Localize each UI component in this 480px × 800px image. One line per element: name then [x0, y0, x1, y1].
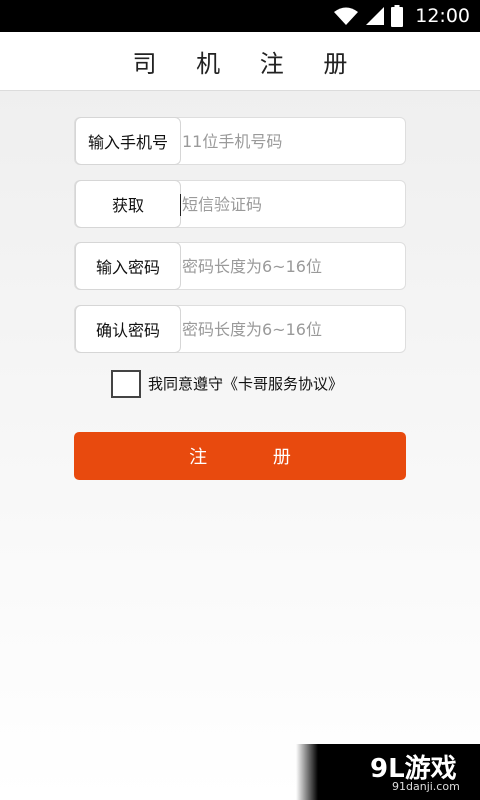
agreement-checkbox[interactable] [111, 370, 141, 398]
watermark-url: 91danji.com [392, 780, 460, 793]
register-button[interactable]: 注 册 [74, 432, 406, 480]
title-bar: 司 机 注 册 [0, 32, 480, 91]
phone-input[interactable] [181, 118, 402, 164]
status-bar: 12:00 [0, 0, 480, 32]
text-cursor [180, 194, 181, 216]
confirm-password-label: 确认密码 [75, 305, 181, 353]
phone-label: 输入手机号 [75, 117, 181, 165]
agreement-label[interactable]: 我同意遵守《卡哥服务协议》 [148, 373, 343, 394]
phone-row: 输入手机号 [74, 117, 406, 165]
get-code-button[interactable]: 获取 [75, 180, 181, 228]
password-label: 输入密码 [75, 242, 181, 290]
sms-code-input[interactable] [181, 181, 402, 227]
wifi-icon [334, 7, 359, 25]
password-input[interactable] [181, 243, 402, 289]
watermark: 9L游戏 91danji.com [296, 744, 480, 800]
confirm-password-input[interactable] [181, 306, 402, 352]
battery-icon [391, 5, 404, 27]
sms-code-row: 获取 [74, 180, 406, 228]
signal-icon [366, 7, 385, 25]
password-row: 输入密码 [74, 242, 406, 290]
confirm-password-row: 确认密码 [74, 305, 406, 353]
page-title: 司 机 注 册 [132, 49, 364, 78]
status-time: 12:00 [415, 5, 470, 27]
status-icons: 12:00 [333, 0, 470, 32]
